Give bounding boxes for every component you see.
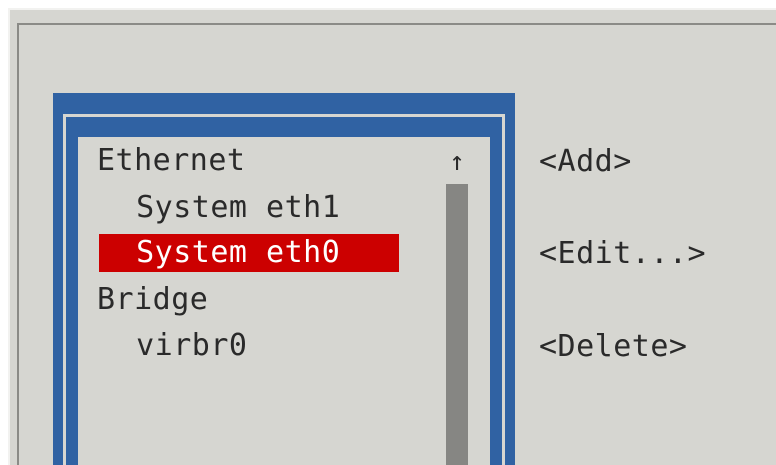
list-item-label: System eth0: [136, 235, 341, 270]
window-edge: [8, 8, 776, 10]
dialog-border: [17, 23, 776, 25]
window-edge: [8, 8, 10, 465]
delete-button[interactable]: <Delete>: [539, 327, 688, 367]
edit-button[interactable]: <Edit...>: [539, 234, 706, 274]
list-category-bridge: Bridge: [97, 282, 209, 317]
scroll-up-arrow-icon[interactable]: ↑: [444, 142, 470, 182]
list-item-label: virbr0: [136, 328, 248, 363]
list-item-virbr0[interactable]: virbr0: [99, 327, 248, 365]
list-item-system-eth1[interactable]: System eth1: [99, 189, 340, 227]
list-category-ethernet: Ethernet: [97, 143, 246, 178]
dialog-border: [17, 23, 19, 465]
add-button[interactable]: <Add>: [539, 142, 632, 182]
scrollbar[interactable]: [446, 184, 468, 465]
list-item-system-eth0[interactable]: System eth0: [99, 234, 399, 272]
list-item-label: System eth1: [136, 190, 341, 225]
